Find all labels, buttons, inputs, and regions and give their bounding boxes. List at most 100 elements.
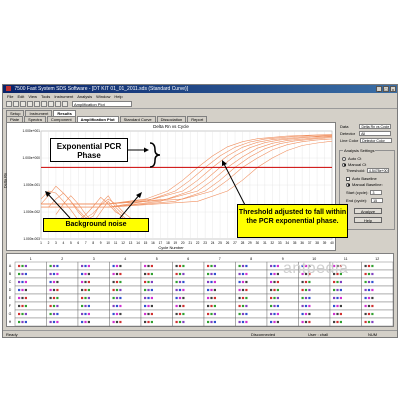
well-detector-marker bbox=[304, 296, 308, 300]
menu-help[interactable]: Help bbox=[114, 93, 122, 100]
well-detector-marker bbox=[273, 288, 276, 292]
plate-row-label: H bbox=[9, 320, 12, 324]
well-detector-marker bbox=[270, 296, 273, 300]
well-detector-marker bbox=[273, 320, 276, 324]
well-detector-marker bbox=[276, 280, 279, 284]
well-detector-marker bbox=[276, 288, 279, 292]
detector-select[interactable]: All bbox=[359, 131, 392, 136]
open-folder-icon[interactable] bbox=[13, 101, 19, 107]
well-detector-marker bbox=[150, 304, 153, 308]
well-detector-marker bbox=[147, 264, 150, 268]
well-detector-marker bbox=[371, 288, 374, 292]
well-detector-marker bbox=[150, 264, 153, 268]
menu-edit[interactable]: Edit bbox=[17, 93, 24, 100]
cut-icon[interactable] bbox=[34, 101, 40, 107]
save-icon[interactable] bbox=[20, 101, 26, 107]
auto-ct-row: Auto Ct bbox=[342, 156, 361, 161]
well-detector-marker bbox=[245, 264, 248, 268]
threshold-input[interactable]: 4.5478e+001 bbox=[366, 168, 389, 173]
well-detector-marker bbox=[49, 296, 52, 300]
well-detector-marker bbox=[273, 304, 276, 308]
well-detector-marker bbox=[333, 320, 336, 324]
well-detector-marker bbox=[175, 264, 178, 268]
copy-icon[interactable] bbox=[41, 101, 47, 107]
end-cycle-input[interactable]: 15 bbox=[371, 198, 384, 203]
well-detector-marker bbox=[87, 312, 90, 316]
title-bar[interactable]: 7500 Fast System SDS Software - [DT KIT … bbox=[3, 85, 397, 93]
well-detector-marker bbox=[150, 312, 153, 316]
well-detector-marker bbox=[52, 280, 56, 284]
well-detector-marker bbox=[241, 272, 245, 276]
well-detector-marker bbox=[84, 296, 87, 300]
help-icon[interactable] bbox=[62, 101, 68, 107]
auto-baseline-checkbox[interactable] bbox=[346, 176, 350, 181]
view-combo[interactable]: Amplification Plot bbox=[72, 101, 132, 107]
well-detector-marker bbox=[304, 280, 308, 284]
well-detector-marker bbox=[270, 304, 273, 308]
well-detector-marker bbox=[207, 288, 210, 292]
status-ready: Ready bbox=[6, 332, 18, 337]
menu-instrument[interactable]: Instrument bbox=[54, 93, 73, 100]
plate-column-label: 4 bbox=[124, 257, 126, 261]
well-detector-marker bbox=[147, 304, 150, 308]
well-detector-marker bbox=[147, 280, 150, 284]
end-cycle-label: End (cycle): bbox=[346, 198, 368, 203]
manual-baseline-radio[interactable] bbox=[346, 182, 350, 187]
well-detector-marker bbox=[207, 312, 210, 316]
auto-ct-radio[interactable] bbox=[342, 156, 346, 161]
line-color-select[interactable]: Detector Color bbox=[360, 138, 393, 143]
y-tick-label: 1.000e-001 bbox=[23, 183, 40, 187]
plate-row-label: A bbox=[9, 264, 12, 268]
well-detector-marker bbox=[52, 312, 56, 316]
start-cycle-input[interactable]: 3 bbox=[370, 190, 383, 195]
watermark-logo: antpedia bbox=[283, 260, 349, 277]
analyze-button[interactable]: Analyze bbox=[354, 208, 382, 214]
well-detector-marker bbox=[367, 280, 371, 284]
toolbar: Amplification Plot bbox=[3, 100, 397, 109]
well-detector-marker bbox=[270, 280, 273, 284]
menu-tools[interactable]: Tools bbox=[41, 93, 50, 100]
well-detector-marker bbox=[112, 320, 115, 324]
print-icon[interactable] bbox=[27, 101, 33, 107]
well-detector-marker bbox=[276, 312, 279, 316]
well-detector-marker bbox=[18, 296, 21, 300]
well-detector-marker bbox=[339, 296, 342, 300]
plate-column-label: 5 bbox=[156, 257, 158, 261]
help-button[interactable]: Help bbox=[354, 217, 382, 223]
well-detector-marker bbox=[178, 264, 182, 268]
plate-row-label: D bbox=[9, 288, 12, 292]
well-detector-marker bbox=[210, 312, 213, 316]
plate-row-label: G bbox=[9, 312, 12, 316]
well-detector-marker bbox=[178, 272, 182, 276]
well-detector-marker bbox=[119, 312, 122, 316]
well-detector-marker bbox=[245, 320, 248, 324]
well-detector-marker bbox=[144, 264, 147, 268]
paste-icon[interactable] bbox=[48, 101, 54, 107]
well-detector-marker bbox=[241, 296, 245, 300]
data-select[interactable]: Delta Rn vs Cycle bbox=[359, 124, 392, 129]
maximize-button[interactable]: □ bbox=[383, 86, 389, 92]
well-detector-marker bbox=[207, 272, 210, 276]
well-detector-marker bbox=[333, 280, 336, 284]
menu-analysis[interactable]: Analysis bbox=[77, 93, 92, 100]
plate-column-label: 12 bbox=[375, 257, 379, 261]
well-detector-marker bbox=[241, 288, 245, 292]
close-button[interactable]: x bbox=[390, 86, 396, 92]
minimize-button[interactable]: _ bbox=[376, 86, 382, 92]
well-detector-marker bbox=[339, 280, 342, 284]
menu-view[interactable]: View bbox=[28, 93, 37, 100]
new-file-icon[interactable] bbox=[6, 101, 12, 107]
well-detector-marker bbox=[301, 312, 304, 316]
well-detector-marker bbox=[182, 272, 185, 276]
manual-ct-radio[interactable] bbox=[342, 162, 346, 167]
well-detector-marker bbox=[213, 296, 216, 300]
well-detector-marker bbox=[304, 304, 308, 308]
menu-file[interactable]: File bbox=[7, 93, 13, 100]
well-detector-marker bbox=[301, 280, 304, 284]
well-detector-marker bbox=[175, 288, 178, 292]
window-controls: _ □ x bbox=[376, 86, 396, 92]
analyze-icon[interactable] bbox=[55, 101, 61, 107]
well-detector-marker bbox=[49, 312, 52, 316]
data-label: Data bbox=[340, 124, 349, 129]
menu-window[interactable]: Window bbox=[96, 93, 110, 100]
